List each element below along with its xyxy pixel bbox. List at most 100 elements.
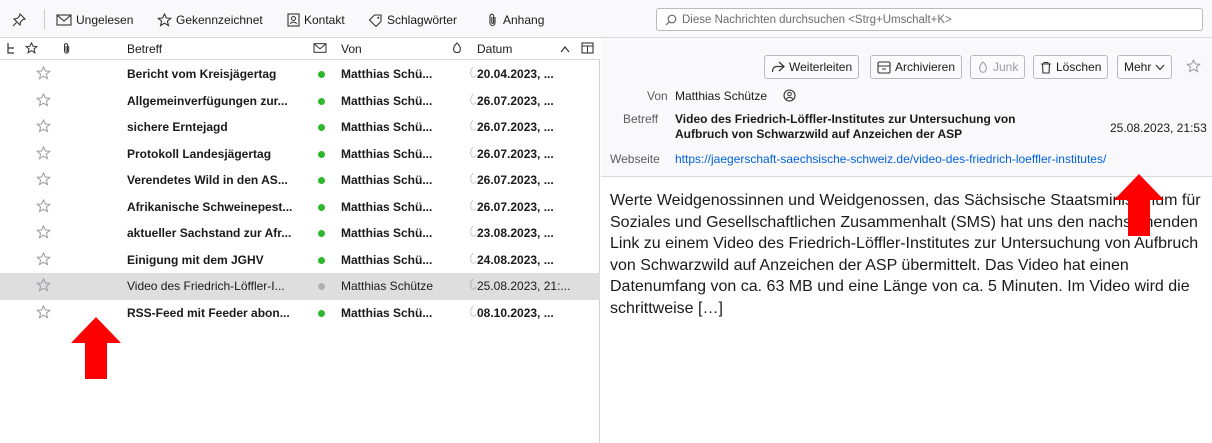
message-subject: RSS-Feed mit Feeder abon... bbox=[127, 305, 290, 320]
junk-status-icon[interactable] bbox=[469, 278, 477, 294]
unread-dot-icon[interactable] bbox=[318, 150, 325, 158]
message-from: Matthias Schü... bbox=[341, 252, 433, 267]
delete-button[interactable]: Löschen bbox=[1033, 55, 1109, 79]
attachment-filter-button[interactable]: Anhang bbox=[487, 10, 544, 30]
unread-column-icon[interactable] bbox=[313, 42, 327, 54]
message-date: 20.04.2023, ... bbox=[477, 67, 554, 81]
message-from: Matthias Schü... bbox=[341, 120, 433, 134]
contact-info-icon[interactable] bbox=[783, 89, 796, 105]
website-link[interactable]: https://jaegerschaft-saechsische-schweiz… bbox=[675, 152, 1106, 166]
junk-icon bbox=[979, 60, 987, 73]
message-list: Betreff Von Datum Bericht vom Kreisjäger… bbox=[0, 38, 600, 443]
chevron-down-icon bbox=[1155, 64, 1165, 70]
more-menu-button[interactable]: Mehr bbox=[1117, 55, 1173, 79]
unread-dot-icon[interactable] bbox=[318, 230, 325, 237]
from-value[interactable]: Matthias Schütze bbox=[675, 89, 767, 103]
table-row[interactable]: Bericht vom Kreisjägertag Matthias Schü.… bbox=[0, 61, 600, 88]
star-toggle-icon[interactable] bbox=[36, 119, 51, 136]
thread-column-icon[interactable] bbox=[6, 42, 18, 55]
star-toggle-icon[interactable] bbox=[36, 278, 51, 295]
table-row[interactable]: Einigung mit dem JGHV Matthias Schü... 2… bbox=[0, 247, 600, 274]
toolbar-separator bbox=[44, 9, 45, 29]
read-dot-icon[interactable] bbox=[318, 283, 325, 290]
contact-filter-button[interactable]: Kontakt bbox=[286, 10, 345, 30]
unread-dot-icon[interactable] bbox=[318, 97, 325, 105]
search-messages-input[interactable]: Diese Nachrichten durchsuchen <Strg+Umsc… bbox=[656, 8, 1203, 31]
pin-filter-icon[interactable] bbox=[12, 10, 26, 30]
table-row[interactable]: Afrikanische Schweinepest... Matthias Sc… bbox=[0, 194, 600, 221]
from-column-header[interactable]: Von bbox=[341, 42, 362, 56]
red-arrow-up-icon bbox=[71, 317, 121, 379]
red-arrow-up-icon bbox=[1114, 174, 1164, 236]
junk-status-icon[interactable] bbox=[469, 305, 477, 321]
message-rows: Bericht vom Kreisjägertag Matthias Schü.… bbox=[0, 61, 600, 326]
message-date: 26.07.2023, ... bbox=[477, 146, 554, 161]
tags-filter-button[interactable]: Schlagwörter bbox=[368, 10, 457, 30]
table-row[interactable]: Allgemeinverfügungen zur... Matthias Sch… bbox=[0, 88, 600, 115]
message-date: 26.07.2023, ... bbox=[477, 173, 554, 187]
message-from: Matthias Schü... bbox=[341, 226, 433, 240]
junk-column-icon[interactable] bbox=[451, 42, 463, 54]
junk-status-icon[interactable] bbox=[469, 199, 477, 215]
tag-icon bbox=[368, 14, 382, 27]
star-toggle-icon[interactable] bbox=[36, 145, 51, 163]
table-row[interactable]: Verendetes Wild in den AS... Matthias Sc… bbox=[0, 167, 600, 194]
unread-dot-icon[interactable] bbox=[318, 203, 325, 211]
table-row[interactable]: aktueller Sachstand zur Afr... Matthias … bbox=[0, 220, 600, 247]
paperclip-icon bbox=[489, 13, 496, 27]
message-preview-pane: Weiterleiten Archivieren Junk Löschen Me… bbox=[601, 38, 1212, 443]
starred-filter-button[interactable]: Gekennzeichnet bbox=[157, 10, 263, 30]
message-from: Matthias Schü... bbox=[341, 305, 433, 320]
message-from: Matthias Schütze bbox=[341, 279, 434, 293]
star-toggle-icon[interactable] bbox=[36, 66, 51, 83]
junk-status-icon[interactable] bbox=[469, 252, 477, 268]
message-date: 26.07.2023, ... bbox=[477, 199, 554, 214]
junk-status-icon[interactable] bbox=[469, 146, 477, 162]
star-toggle-icon[interactable] bbox=[36, 304, 51, 322]
message-subject: Bericht vom Kreisjägertag bbox=[127, 67, 277, 81]
from-label: Von bbox=[647, 89, 668, 103]
star-column-icon[interactable] bbox=[25, 42, 38, 54]
date-column-header[interactable]: Datum bbox=[477, 42, 570, 56]
message-list-header: Betreff Von Datum bbox=[0, 38, 600, 60]
message-date: 08.10.2023, ... bbox=[477, 305, 554, 320]
star-toggle-icon[interactable] bbox=[36, 225, 51, 242]
forward-button[interactable]: Weiterleiten bbox=[764, 55, 860, 79]
message-subject: sichere Erntejagd bbox=[127, 120, 228, 134]
archive-button[interactable]: Archivieren bbox=[870, 55, 963, 79]
star-toggle-icon[interactable] bbox=[36, 251, 51, 269]
junk-status-icon[interactable] bbox=[469, 93, 477, 109]
table-row[interactable]: sichere Erntejagd Matthias Schü... 26.07… bbox=[0, 114, 600, 141]
message-date: 26.07.2023, ... bbox=[477, 120, 554, 134]
junk-status-icon[interactable] bbox=[469, 225, 477, 241]
unread-dot-icon[interactable] bbox=[318, 256, 325, 264]
column-picker-icon[interactable] bbox=[581, 42, 594, 54]
forward-icon bbox=[771, 61, 785, 73]
search-placeholder: Diese Nachrichten durchsuchen <Strg+Umsc… bbox=[682, 13, 952, 26]
attachment-column-icon[interactable] bbox=[62, 42, 72, 55]
star-message-icon[interactable] bbox=[1185, 58, 1202, 76]
unread-filter-button[interactable]: Ungelesen bbox=[56, 10, 133, 30]
junk-button[interactable]: Junk bbox=[970, 55, 1026, 79]
unread-dot-icon[interactable] bbox=[318, 71, 325, 78]
message-subject: Afrikanische Schweinepest... bbox=[127, 199, 293, 214]
junk-status-icon[interactable] bbox=[469, 172, 477, 188]
subject-column-header[interactable]: Betreff bbox=[127, 42, 162, 56]
trash-icon bbox=[1041, 61, 1051, 74]
message-from: Matthias Schü... bbox=[341, 93, 433, 108]
message-date: 26.07.2023, ... bbox=[477, 93, 554, 108]
star-toggle-icon[interactable] bbox=[36, 198, 51, 216]
unread-dot-icon[interactable] bbox=[318, 124, 325, 131]
junk-status-icon[interactable] bbox=[469, 66, 477, 82]
unread-dot-icon[interactable] bbox=[318, 309, 325, 317]
message-date: 25.08.2023, 21:53 bbox=[1110, 121, 1207, 135]
website-label: Webseite bbox=[610, 152, 660, 166]
star-toggle-icon[interactable] bbox=[36, 172, 51, 189]
table-row-selected[interactable]: Video des Friedrich-Löffler-I... Matthia… bbox=[0, 273, 600, 300]
junk-status-icon[interactable] bbox=[469, 119, 477, 135]
message-subject: Protokoll Landesjägertag bbox=[127, 146, 272, 161]
unread-dot-icon[interactable] bbox=[318, 177, 325, 184]
star-toggle-icon[interactable] bbox=[36, 92, 51, 110]
message-date: 24.08.2023, ... bbox=[477, 252, 554, 267]
table-row[interactable]: Protokoll Landesjägertag Matthias Schü..… bbox=[0, 141, 600, 168]
